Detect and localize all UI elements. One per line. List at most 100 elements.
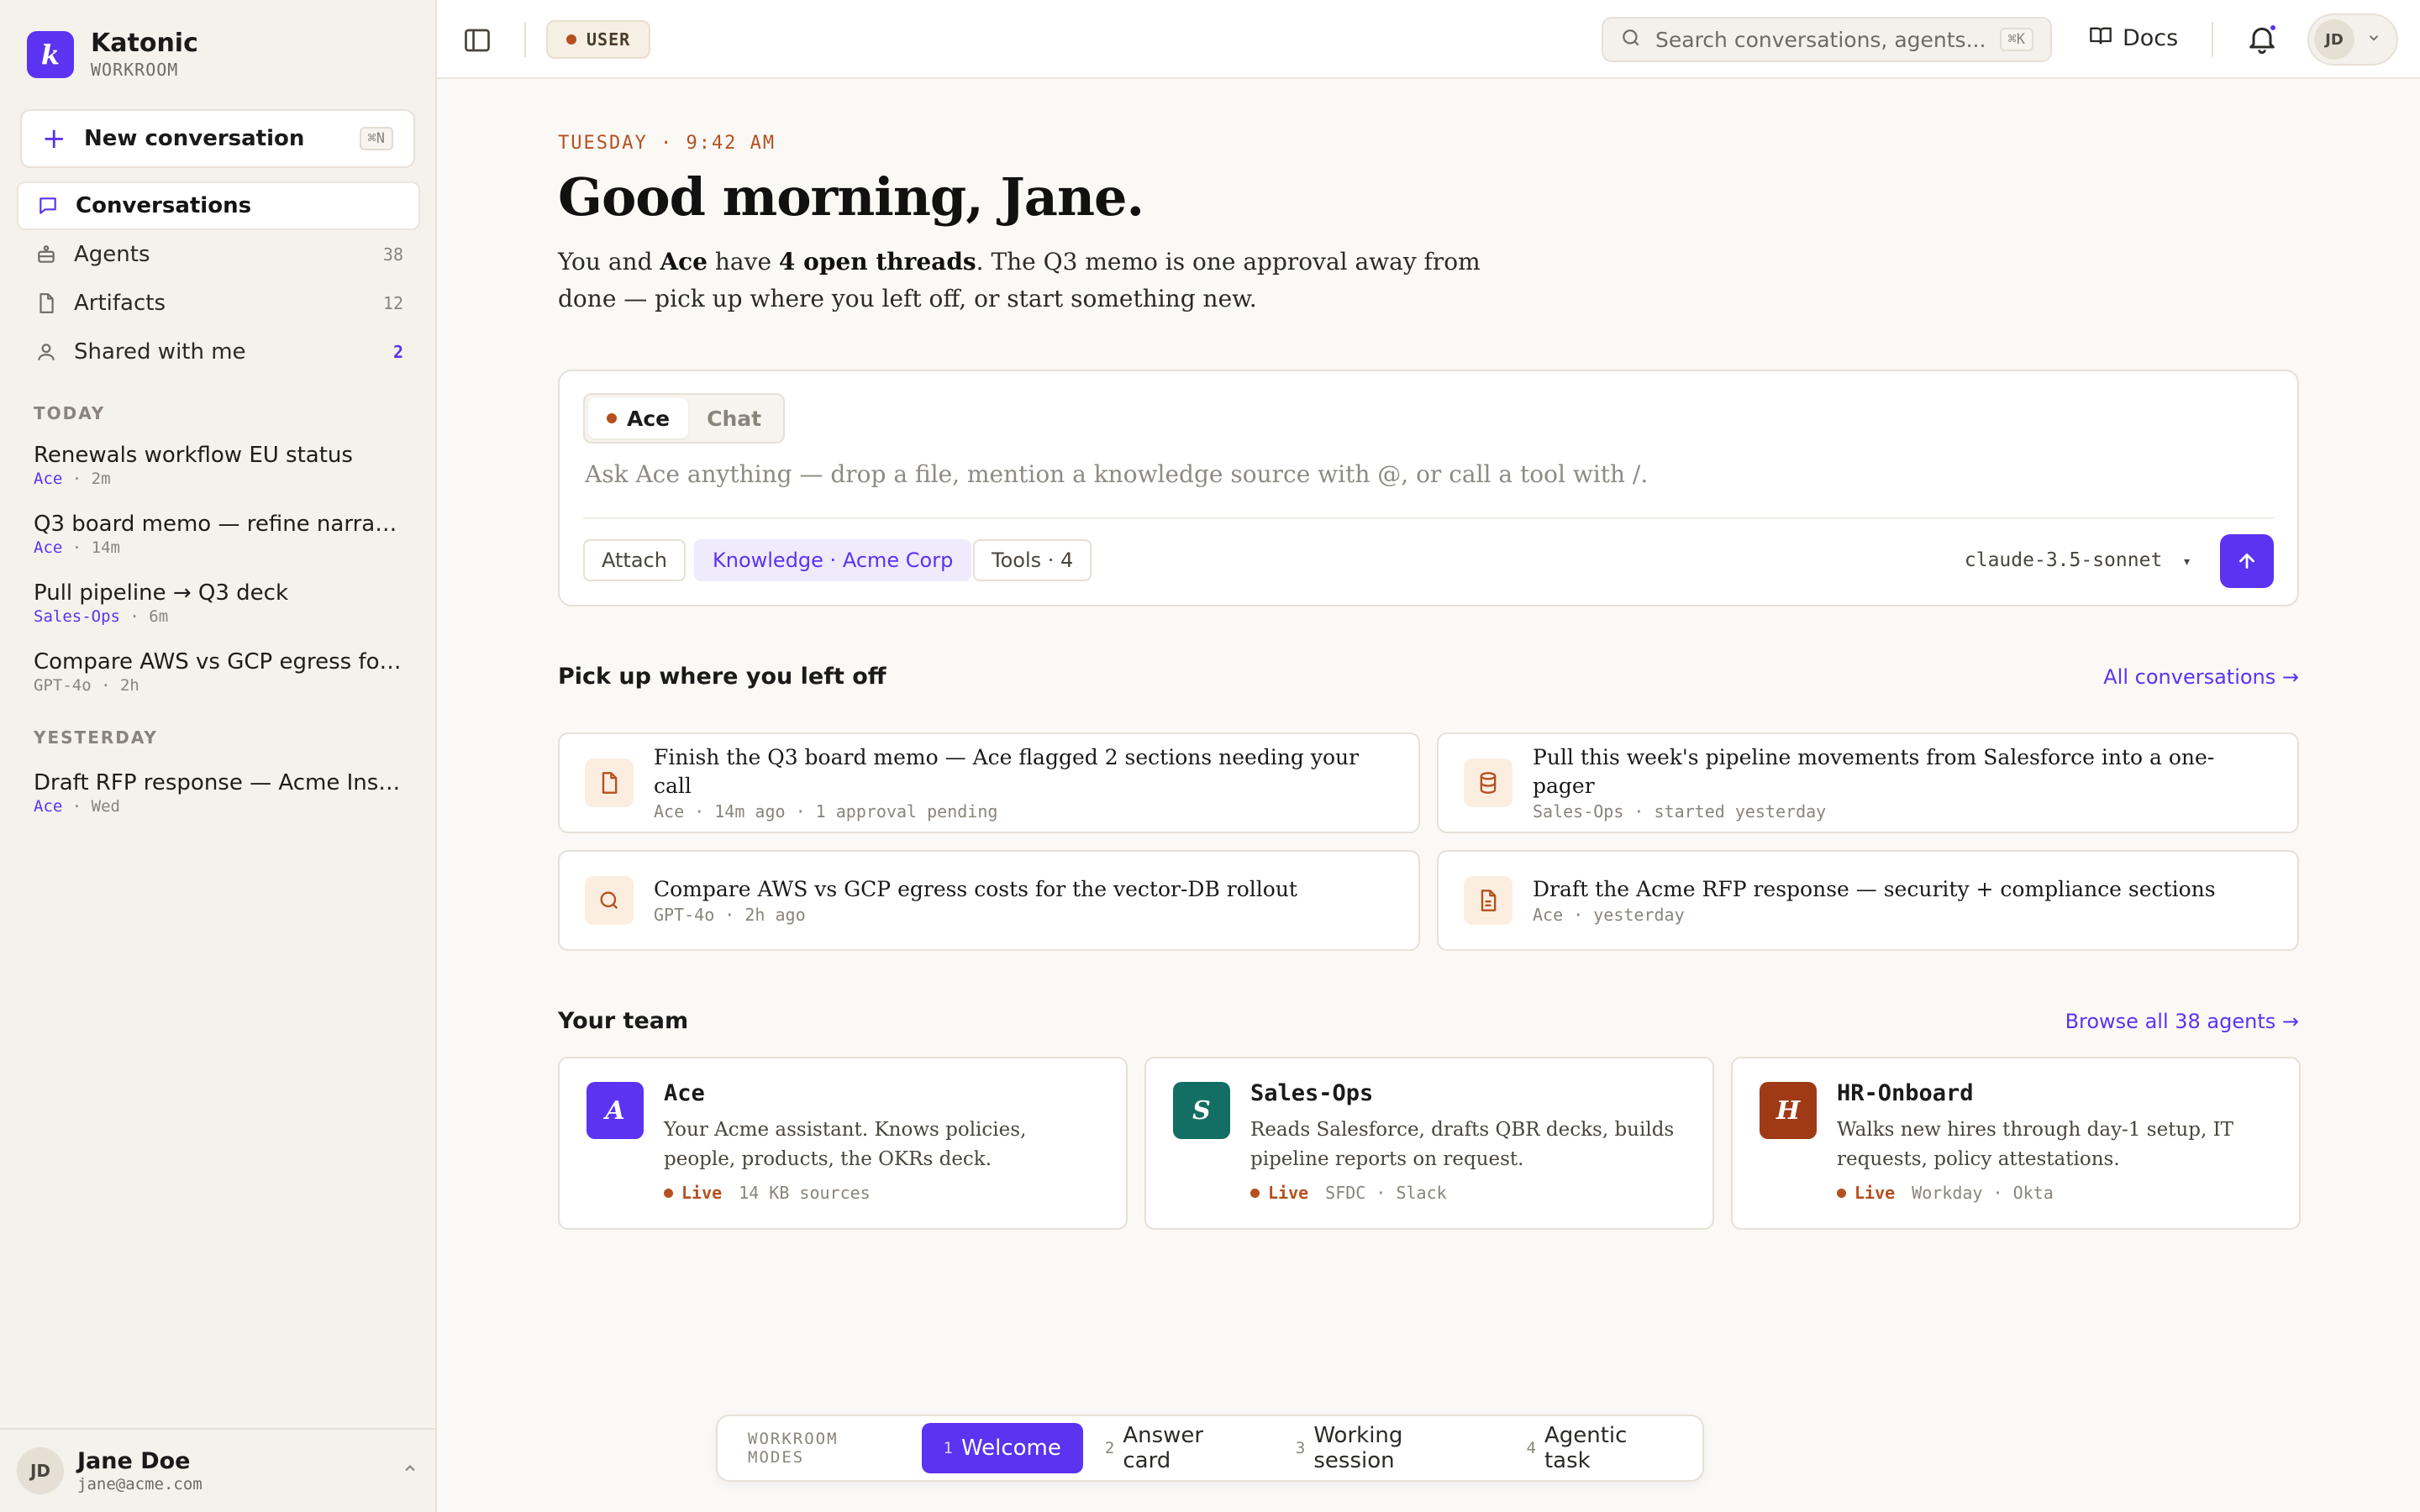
plus-icon: + bbox=[42, 122, 66, 155]
history-agent: GPT-4o bbox=[34, 676, 92, 695]
intro-agent: Ace bbox=[660, 248, 708, 276]
task-card[interactable]: Draft the Acme RFP response — security +… bbox=[1437, 850, 2299, 951]
browse-agents-link[interactable]: Browse all 38 agents → bbox=[2065, 1010, 2299, 1033]
agent-description: Your Acme assistant. Knows policies, peo… bbox=[664, 1119, 1027, 1170]
agent-card-hr-onboard[interactable]: H HR-Onboard Walks new hires through day… bbox=[1731, 1057, 2301, 1230]
brand[interactable]: k Katonic WORKROOM bbox=[27, 29, 198, 81]
sidebar: k Katonic WORKROOM + New conversation ⌘N… bbox=[0, 0, 437, 1512]
caret-down-icon: ▾ bbox=[2182, 553, 2191, 570]
mode-answer-card[interactable]: 2 Answer card bbox=[1083, 1423, 1274, 1473]
document-text-icon bbox=[1464, 876, 1512, 925]
search-icon bbox=[585, 876, 634, 925]
sidebar-item-label: Agents bbox=[74, 242, 150, 267]
search-icon bbox=[1620, 27, 1642, 52]
docs-link[interactable]: Docs bbox=[2089, 24, 2178, 53]
agent-avatar: H bbox=[1760, 1082, 1817, 1139]
yesterday-heading: YESTERDAY bbox=[34, 727, 158, 748]
sidebar-item-artifacts[interactable]: Artifacts 12 bbox=[17, 279, 420, 328]
agent-card-ace[interactable]: A Ace Your Acme assistant. Knows policie… bbox=[558, 1057, 1128, 1230]
workroom-modes-bar: WORKROOM MODES 1 Welcome 2 Answer card 3 Wo… bbox=[716, 1415, 1704, 1482]
composer-input[interactable]: Ask Ace anything — drop a file, mention … bbox=[585, 460, 1648, 488]
robot-icon bbox=[34, 242, 59, 267]
history-title: Renewals workflow EU status bbox=[34, 443, 353, 468]
history-item[interactable]: Draft RFP response — Acme Insu… Ace · We… bbox=[34, 769, 403, 816]
task-title: Pull this week's pipeline movements from… bbox=[1533, 745, 2215, 798]
task-meta: Ace · 14m ago · 1 approval pending bbox=[654, 801, 998, 822]
agent-name: Ace bbox=[664, 1080, 705, 1106]
toggle-sidebar-button[interactable] bbox=[462, 25, 492, 55]
agent-name: HR-Onboard bbox=[1837, 1080, 1974, 1106]
user-name: Jane Doe bbox=[77, 1448, 191, 1474]
knowledge-chip[interactable]: Knowledge · Acme Corp bbox=[694, 539, 972, 581]
search-input[interactable]: Search conversations, agents... ⌘K bbox=[1602, 17, 2052, 62]
agent-sources: 14 KB sources bbox=[739, 1183, 871, 1203]
arrow-up-icon bbox=[2239, 553, 2254, 569]
mode-welcome[interactable]: 1 Welcome bbox=[921, 1423, 1083, 1473]
task-meta: Ace · yesterday bbox=[1533, 905, 1685, 925]
attach-button[interactable]: Attach bbox=[583, 539, 686, 581]
history-time: 14m bbox=[91, 538, 120, 557]
agent-description: Walks new hires through day-1 setup, IT … bbox=[1837, 1119, 2234, 1170]
modes-label: WORKROOM MODES bbox=[748, 1430, 839, 1467]
status-dot-icon bbox=[566, 34, 576, 45]
section-title-pickup: Pick up where you left off bbox=[558, 664, 886, 690]
sidebar-item-shared[interactable]: Shared with me 2 bbox=[17, 328, 420, 376]
intro-threads: 4 open threads bbox=[778, 248, 976, 276]
sidebar-toggle-icon bbox=[465, 29, 490, 52]
today-heading: TODAY bbox=[34, 403, 106, 423]
task-card[interactable]: Pull this week's pipeline movements from… bbox=[1437, 732, 2299, 833]
divider bbox=[524, 22, 526, 57]
chevron-down-icon bbox=[2366, 30, 2381, 50]
status-dot-icon bbox=[1250, 1188, 1260, 1198]
all-conversations-link[interactable]: All conversations → bbox=[2103, 665, 2299, 689]
model-select[interactable]: claude-3.5-sonnet ▾ bbox=[1965, 549, 2191, 571]
new-conversation-button[interactable]: + New conversation ⌘N bbox=[20, 109, 415, 168]
mode-agentic-task[interactable]: 4 Agentic task bbox=[1505, 1423, 1697, 1473]
sidebar-item-agents[interactable]: Agents 38 bbox=[17, 230, 420, 279]
status-badge: Live bbox=[1837, 1183, 1895, 1203]
chevron-up-icon bbox=[402, 1460, 418, 1482]
agent-card-sales-ops[interactable]: S Sales-Ops Reads Salesforce, drafts QBR… bbox=[1144, 1057, 1714, 1230]
avatar: JD bbox=[2314, 19, 2354, 60]
history-item[interactable]: Renewals workflow EU status Ace · 2m bbox=[34, 442, 403, 489]
agent-sources: Workday · Okta bbox=[1912, 1183, 2054, 1203]
search-placeholder: Search conversations, agents... bbox=[1655, 27, 1986, 52]
sidebar-item-conversations[interactable]: Conversations bbox=[17, 181, 420, 230]
divider bbox=[2212, 22, 2213, 57]
status-badge: Live bbox=[664, 1183, 722, 1203]
tools-chip[interactable]: Tools · 4 bbox=[973, 539, 1092, 581]
send-button[interactable] bbox=[2220, 534, 2274, 588]
history-title: Q3 board memo — refine narrati… bbox=[34, 512, 403, 537]
task-title: Compare AWS vs GCP egress costs for the … bbox=[654, 877, 1297, 901]
agents-count: 38 bbox=[382, 244, 403, 265]
history-time: Wed bbox=[91, 797, 120, 816]
tab-ace[interactable]: Ace bbox=[588, 398, 689, 438]
agent-avatar: A bbox=[587, 1082, 644, 1139]
chat-bubble-icon bbox=[35, 193, 60, 218]
history-time: 2h bbox=[119, 676, 139, 695]
task-card[interactable]: Compare AWS vs GCP egress costs for the … bbox=[558, 850, 1420, 951]
mode-working-session[interactable]: 3 Working session bbox=[1274, 1423, 1505, 1473]
history-item[interactable]: Pull pipeline → Q3 deck Sales-Ops · 6m bbox=[34, 580, 403, 627]
history-item[interactable]: Compare AWS vs GCP egress for… GPT-4o · … bbox=[34, 648, 403, 696]
account-menu-button[interactable]: JD bbox=[2307, 13, 2398, 66]
docs-label: Docs bbox=[2123, 25, 2179, 51]
brand-logo: k bbox=[27, 31, 74, 78]
status-dot-icon bbox=[607, 413, 617, 423]
notifications-button[interactable] bbox=[2245, 22, 2279, 55]
tab-chat[interactable]: Chat bbox=[688, 398, 780, 438]
user-profile-menu[interactable]: JD Jane Doe jane@acme.com bbox=[0, 1428, 435, 1512]
history-item[interactable]: Q3 board memo — refine narrati… Ace · 14… bbox=[34, 511, 403, 558]
task-meta: Sales-Ops · started yesterday bbox=[1533, 801, 1827, 822]
task-title: Draft the Acme RFP response — security +… bbox=[1533, 877, 2216, 901]
history-agent: Ace bbox=[34, 797, 63, 816]
search-shortcut: ⌘K bbox=[1999, 28, 2033, 51]
history-agent: Sales-Ops bbox=[34, 607, 120, 626]
avatar: JD bbox=[17, 1447, 64, 1494]
history-agent: Ace bbox=[34, 538, 63, 557]
agent-description: Reads Salesforce, drafts QBR decks, buil… bbox=[1250, 1119, 1675, 1170]
history-title: Compare AWS vs GCP egress for… bbox=[34, 649, 403, 675]
task-card[interactable]: Finish the Q3 board memo — Ace flagged 2… bbox=[558, 732, 1420, 833]
role-badge: USER bbox=[546, 20, 651, 59]
sidebar-item-label: Shared with me bbox=[74, 339, 246, 365]
